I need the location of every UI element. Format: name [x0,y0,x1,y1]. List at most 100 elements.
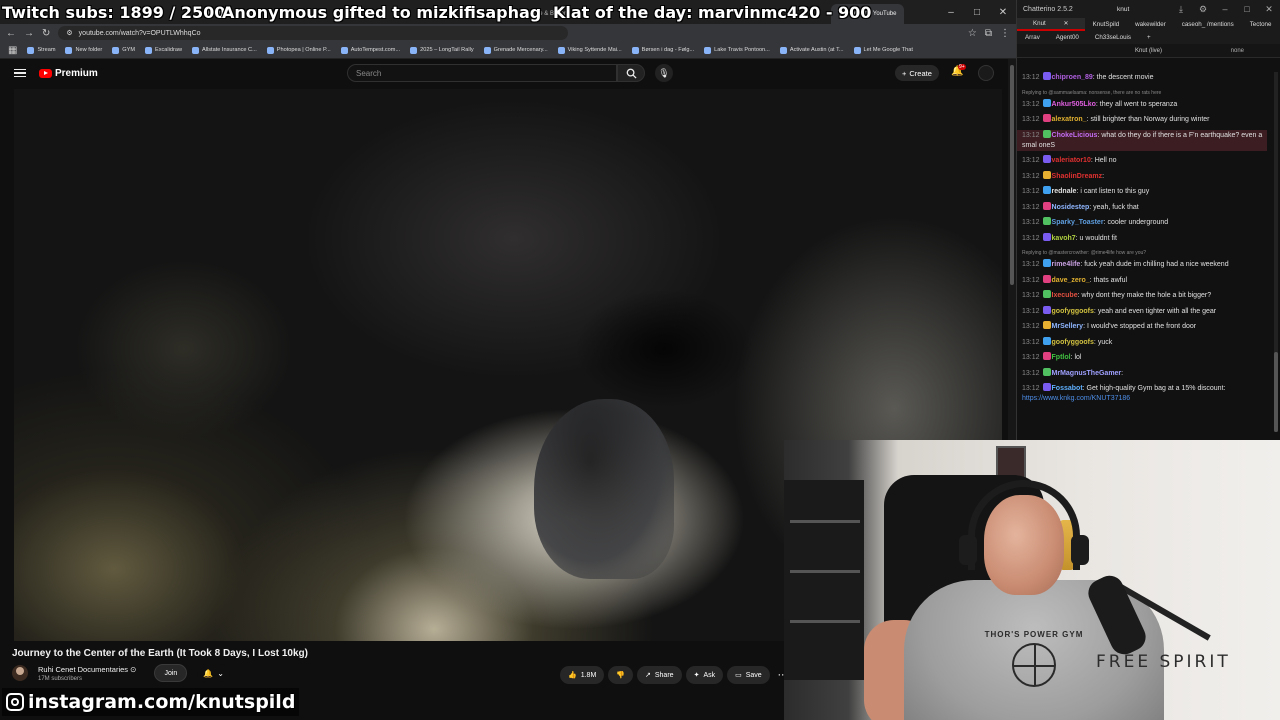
channel-name[interactable]: Ruhi Cenet Documentaries [38,665,128,674]
bookmark-item[interactable]: AutoTempest.com... [340,46,400,54]
subscribed-bell-button[interactable]: 🔔 ⌄ [197,664,230,682]
maximize-icon[interactable]: □ [1236,0,1258,18]
bookmark-star-icon[interactable]: ☆ [968,28,977,39]
extensions-icon[interactable]: ⧉ [985,28,992,39]
channel-info: Ruhi Cenet Documentaries ⊙ 17M subscribe… [38,665,136,682]
chat-scrollbar[interactable] [1274,72,1278,432]
message-username[interactable]: dave_zero_ [1052,277,1090,284]
channel-tab[interactable]: KnutSpild [1085,18,1128,31]
user-badge-icon [1042,186,1051,194]
dislike-button[interactable]: 👎 [608,666,633,684]
menu-dots-icon[interactable]: ⋮ [1000,28,1010,39]
notifications-button[interactable]: 🔔 9+ [951,64,966,80]
bookmark-item[interactable]: GYM [112,46,135,54]
chat-message: 13:12 goofyggoofs: yuck [1022,336,1262,348]
chat-message: 13:12 rednale: i cant listen to this guy [1022,186,1262,197]
bookmark-item[interactable]: Grenade Mercenary... [483,46,548,54]
message-username[interactable]: Fossabot [1052,385,1083,392]
bookmark-item[interactable]: Stream [27,46,55,54]
back-icon[interactable]: ← [6,28,16,39]
scrollbar-thumb[interactable] [1010,65,1014,285]
channel-tab[interactable]: caseoh_ /mentions [1174,18,1242,31]
address-bar[interactable]: ⚙ youtube.com/watch?v=OPUTLWhhqCo [58,26,569,40]
channel-avatar[interactable] [12,665,28,681]
chat-message: 13:12 alexatron_: still brighter than Nor… [1022,114,1262,125]
site-icon [192,46,200,54]
account-avatar[interactable] [978,65,994,81]
bookmark-item[interactable]: Allstate Insurance C... [192,46,257,54]
bookmark-item[interactable]: Lake Travis Pontoon... [704,46,770,54]
ask-button[interactable]: ✦ Ask [685,666,724,684]
message-timestamp: 13:12 [1022,307,1040,315]
message-username[interactable]: kavoh7 [1052,235,1076,242]
hamburger-menu-icon[interactable] [14,67,26,80]
message-username[interactable]: rednale [1052,188,1077,195]
save-button[interactable]: ▭ Save [727,666,770,684]
message-username[interactable]: goofyggoofs [1052,308,1094,315]
channel-tab[interactable]: wakewilder [1127,18,1174,31]
bookmark-item[interactable]: Børsen i dag - Følg... [631,46,694,54]
search-button[interactable] [617,64,645,82]
chat-scrollbar-thumb[interactable] [1274,352,1278,432]
channel-tab[interactable]: Ch33seLouis [1087,31,1139,44]
message-text: the descent movie [1096,74,1154,81]
bookmark-item[interactable]: Excalidraw [144,46,182,54]
message-username[interactable]: MrMagnusTheGamer [1052,370,1122,377]
join-button[interactable]: Join [154,664,188,682]
bookmark-item[interactable]: 2025 – LongTail Rally [410,46,474,54]
chat-account[interactable]: knut [1117,6,1129,13]
bookmarks-bar: ▦ Stream New folder GYM Excalidraw Allst… [0,42,1016,59]
site-icon [631,46,639,54]
search-input[interactable]: Search [347,64,617,82]
message-username[interactable]: valeriator10 [1052,157,1091,164]
forward-icon[interactable]: → [24,28,34,39]
message-username[interactable]: ChokeLicious [1052,132,1098,139]
create-button[interactable]: + Create [895,65,939,81]
message-username[interactable]: goofyggoofs [1052,339,1094,346]
user-badge-icon [1042,114,1051,122]
site-info-icon[interactable]: ⚙ [66,29,72,37]
message-text: fuck yeah dude im chilling had a nice we… [1084,261,1229,268]
bookmark-item[interactable]: Photopea | Online P... [266,46,331,54]
bookmark-item[interactable]: New folder [65,46,102,54]
message-username[interactable]: chiproen_89 [1052,74,1093,81]
message-timestamp: 13:12 [1022,338,1040,346]
settings-gear-icon[interactable]: ⚙ [1192,0,1214,18]
message-username[interactable]: Fptlol [1052,354,1071,361]
voice-search-button[interactable]: 🎙 [655,64,673,82]
site-icon [340,46,348,54]
message-username[interactable]: Nosidestep [1052,204,1090,211]
message-username[interactable]: Ixecube [1052,292,1078,299]
channel-tab[interactable]: Arrav [1017,31,1048,44]
bookmark-item[interactable]: Viking Syttende Mai... [557,46,622,54]
chat-message: 13:12 Fossabot: Get high-quality Gym bag … [1022,383,1262,404]
download-icon[interactable]: ⤓ [1170,0,1192,18]
channel-tab[interactable]: Tectone [1242,18,1280,31]
bookmark-item[interactable]: Activate Austin (at T... [779,46,844,54]
message-timestamp: 13:12 [1022,219,1040,226]
user-badge-icon [1042,352,1051,360]
apps-grid-icon[interactable]: ▦ [8,45,17,56]
channel-tab[interactable]: Knut ✕ [1017,18,1085,31]
message-username[interactable]: Ankur505Lko [1052,101,1096,108]
close-icon[interactable]: ✕ [1258,0,1280,18]
add-tab-icon[interactable]: + [1139,31,1159,44]
bookmark-item[interactable]: Let Me Google That [853,46,913,54]
share-icon: ↗ [645,672,651,679]
channel-tab[interactable]: Agent00 [1048,31,1087,44]
message-username[interactable]: Sparky_Toaster [1052,219,1104,226]
channel-filter[interactable]: none [1231,48,1244,54]
minimize-icon[interactable]: – [1214,0,1236,18]
share-button[interactable]: ↗ Share [637,666,682,684]
reload-icon[interactable]: ↻ [42,28,50,39]
channel-row: Ruhi Cenet Documentaries ⊙ 17M subscribe… [12,664,230,682]
close-tab-icon[interactable]: ✕ [1055,17,1076,30]
message-link[interactable]: https://www.knkg.com/KNUT37186 [1022,395,1130,402]
youtube-logo[interactable]: Premium [39,68,98,79]
message-timestamp: 13:12 [1022,323,1040,330]
message-username[interactable]: ShaolinDreamz [1052,173,1103,180]
message-username[interactable]: MrSellery [1052,323,1084,330]
message-username[interactable]: alexatron_ [1052,116,1087,123]
like-button[interactable]: 👍 1.8M [560,666,605,684]
message-username[interactable]: rime4life [1052,261,1081,268]
